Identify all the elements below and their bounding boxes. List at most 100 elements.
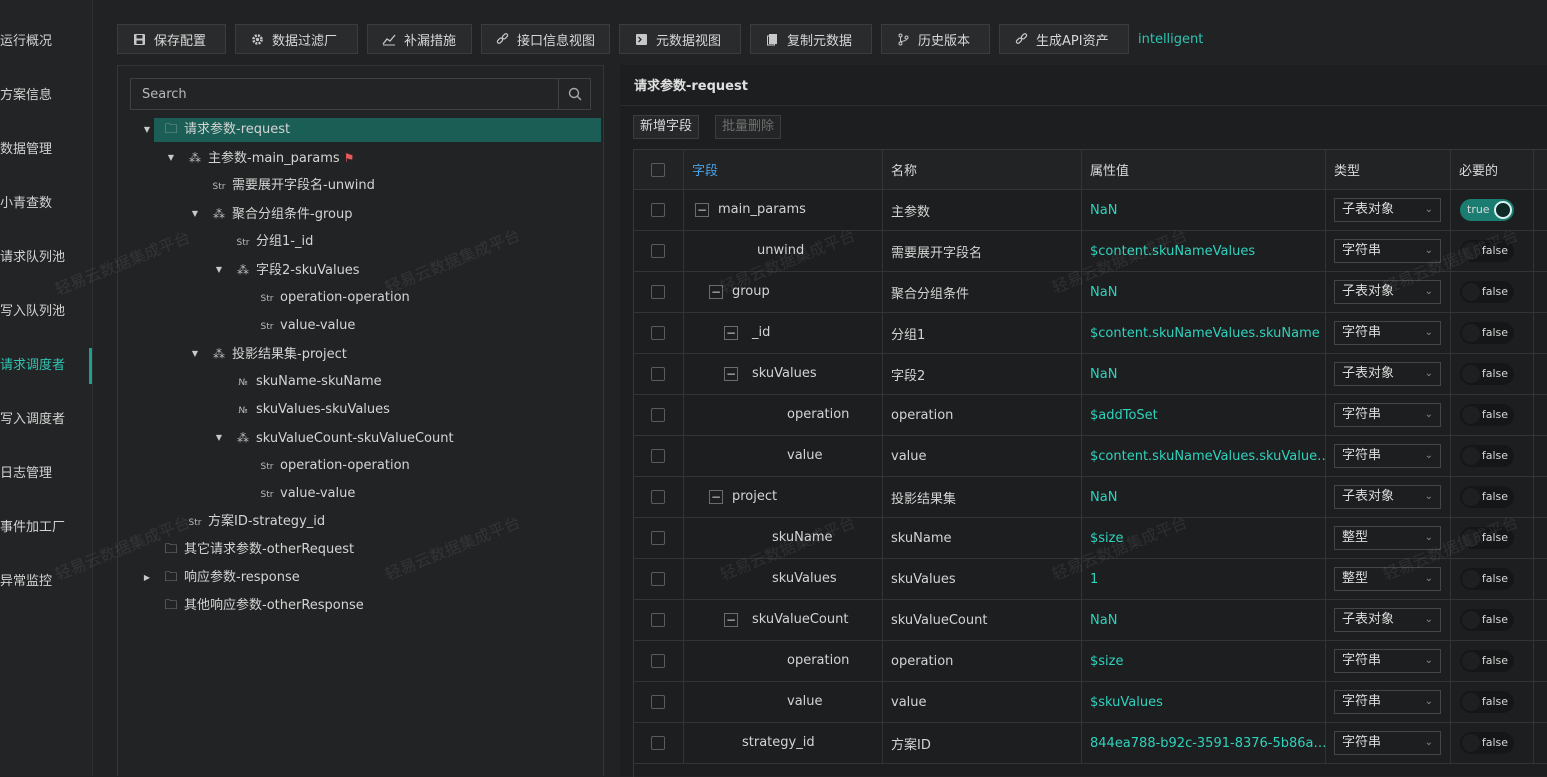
toolbar-button-3[interactable]: 接口信息视图 <box>481 24 610 54</box>
type-select[interactable]: 字符串 ⌄ <box>1334 731 1441 755</box>
tree-node[interactable]: № skuName-skuName <box>236 370 381 394</box>
row-checkbox[interactable] <box>651 531 665 545</box>
tree-node[interactable]: ▼ ⁂ skuValueCount-skuValueCount <box>216 426 454 450</box>
tree-node[interactable]: Str operation-operation <box>260 454 410 478</box>
collapse-toggle[interactable]: − <box>724 613 738 627</box>
nav-item[interactable]: 请求调度者 <box>0 348 92 384</box>
nav-item[interactable]: 请求队列池 <box>0 240 92 276</box>
row-checkbox[interactable] <box>651 736 665 750</box>
row-checkbox[interactable] <box>651 203 665 217</box>
caret-down-icon[interactable]: ▼ <box>190 202 200 226</box>
batch-delete-button[interactable]: 批量删除 <box>715 115 782 139</box>
nav-item[interactable]: 小青查数 <box>0 186 92 222</box>
tree-node[interactable]: Str value-value <box>260 482 356 506</box>
row-checkbox[interactable] <box>651 244 665 258</box>
col-value: 属性值 <box>1082 150 1326 189</box>
type-select[interactable]: 子表对象 ⌄ <box>1334 485 1441 509</box>
tree-node[interactable]: Str 分组1-_id <box>236 230 314 254</box>
required-switch[interactable]: false <box>1460 363 1514 385</box>
type-select[interactable]: 字符串 ⌄ <box>1334 321 1441 345</box>
collapse-toggle[interactable]: − <box>709 490 723 504</box>
tree-node[interactable]: Str operation-operation <box>260 286 410 310</box>
toolbar-button-6[interactable]: 历史版本 <box>881 24 990 54</box>
tree-node[interactable]: № skuValues-skuValues <box>236 398 390 422</box>
type-select[interactable]: 字符串 ⌄ <box>1334 403 1441 427</box>
nav-item[interactable]: 事件加工厂 <box>0 510 92 546</box>
required-switch[interactable]: false <box>1460 281 1514 303</box>
required-switch[interactable]: false <box>1460 240 1514 262</box>
collapse-toggle[interactable]: − <box>724 326 738 340</box>
row-checkbox[interactable] <box>651 572 665 586</box>
row-checkbox[interactable] <box>651 613 665 627</box>
row-checkbox[interactable] <box>651 695 665 709</box>
toolbar-button-7[interactable]: 生成API资产 <box>999 24 1129 54</box>
nav-item[interactable]: 日志管理 <box>0 456 92 492</box>
row-checkbox[interactable] <box>651 490 665 504</box>
nav-item[interactable]: 方案信息 <box>0 78 92 114</box>
type-select[interactable]: 子表对象 ⌄ <box>1334 608 1441 632</box>
tree-node[interactable]: Str 需要展开字段名-unwind <box>212 174 375 198</box>
tree-node[interactable]: Str value-value <box>260 314 356 338</box>
type-select[interactable]: 字符串 ⌄ <box>1334 444 1441 468</box>
type-select[interactable]: 子表对象 ⌄ <box>1334 198 1441 222</box>
collapse-toggle[interactable]: − <box>709 285 723 299</box>
tree-node[interactable]: ▼ ⁂ 聚合分组条件-group <box>192 202 353 226</box>
row-checkbox[interactable] <box>651 408 665 422</box>
caret-down-icon[interactable]: ▼ <box>142 118 152 142</box>
tree-node[interactable]: ▼ ⁂ 主参数-main_params ⚑ <box>168 146 354 170</box>
row-checkbox[interactable] <box>651 449 665 463</box>
tree-node[interactable]: ▼ ⁂ 投影结果集-project <box>192 342 347 366</box>
caret-down-icon[interactable]: ▼ <box>166 146 176 170</box>
required-switch[interactable]: true <box>1460 199 1514 221</box>
required-switch[interactable]: false <box>1460 732 1514 754</box>
toolbar-button-0[interactable]: 保存配置 <box>117 24 226 54</box>
collapse-toggle[interactable]: − <box>724 367 738 381</box>
required-switch[interactable]: false <box>1460 445 1514 467</box>
add-field-button[interactable]: 新增字段 <box>633 115 700 139</box>
select-all-checkbox[interactable] <box>651 162 665 177</box>
required-switch[interactable]: false <box>1460 691 1514 713</box>
type-select[interactable]: 子表对象 ⌄ <box>1334 362 1441 386</box>
required-switch[interactable]: false <box>1460 527 1514 549</box>
type-select[interactable]: 整型 ⌄ <box>1334 567 1441 591</box>
toolbar-button-2[interactable]: 补漏措施 <box>367 24 472 54</box>
search-input[interactable] <box>131 79 559 109</box>
nav-item[interactable]: 异常监控 <box>0 564 92 600</box>
type-select[interactable]: 字符串 ⌄ <box>1334 239 1441 263</box>
tree-node[interactable]: ▼ 🗀 请求参数-request <box>144 118 601 142</box>
row-checkbox[interactable] <box>651 654 665 668</box>
tree-node[interactable]: ▼ ⁂ 字段2-skuValues <box>216 258 360 282</box>
intelligent-link[interactable]: intelligent <box>1138 32 1203 47</box>
tree-node[interactable]: ▶ 🗀 响应参数-response <box>144 566 300 590</box>
required-switch[interactable]: false <box>1460 650 1514 672</box>
nav-item[interactable]: 运行概况 <box>0 24 92 60</box>
caret-down-icon[interactable]: ▼ <box>214 258 224 282</box>
row-checkbox[interactable] <box>651 285 665 299</box>
tree-node[interactable]: 🗀 其它请求参数-otherRequest <box>164 538 354 562</box>
toolbar-button-5[interactable]: 复制元数据 <box>750 24 872 54</box>
caret-down-icon[interactable]: ▼ <box>214 426 224 450</box>
toolbar-button-1[interactable]: 数据过滤厂 <box>235 24 358 54</box>
type-select[interactable]: 字符串 ⌄ <box>1334 649 1441 673</box>
col-field[interactable]: 字段 <box>684 150 883 189</box>
search-button[interactable] <box>558 79 590 109</box>
caret-down-icon[interactable]: ▼ <box>190 342 200 366</box>
tree-node[interactable]: Str 方案ID-strategy_id <box>188 510 326 534</box>
required-switch[interactable]: false <box>1460 568 1514 590</box>
nav-item[interactable]: 写入队列池 <box>0 294 92 330</box>
collapse-toggle[interactable]: − <box>695 203 709 217</box>
type-select[interactable]: 字符串 ⌄ <box>1334 690 1441 714</box>
nav-item[interactable]: 写入调度者 <box>0 402 92 438</box>
type-select[interactable]: 整型 ⌄ <box>1334 526 1441 550</box>
nav-item[interactable]: 数据管理 <box>0 132 92 168</box>
required-switch[interactable]: false <box>1460 609 1514 631</box>
caret-right-icon[interactable]: ▶ <box>142 566 152 590</box>
type-select[interactable]: 子表对象 ⌄ <box>1334 280 1441 304</box>
required-switch[interactable]: false <box>1460 404 1514 426</box>
tree-node[interactable]: 🗀 其他响应参数-otherResponse <box>164 594 363 618</box>
required-switch[interactable]: false <box>1460 486 1514 508</box>
toolbar-button-4[interactable]: 元数据视图 <box>619 24 741 54</box>
row-checkbox[interactable] <box>651 326 665 340</box>
required-switch[interactable]: false <box>1460 322 1514 344</box>
row-checkbox[interactable] <box>651 367 665 381</box>
